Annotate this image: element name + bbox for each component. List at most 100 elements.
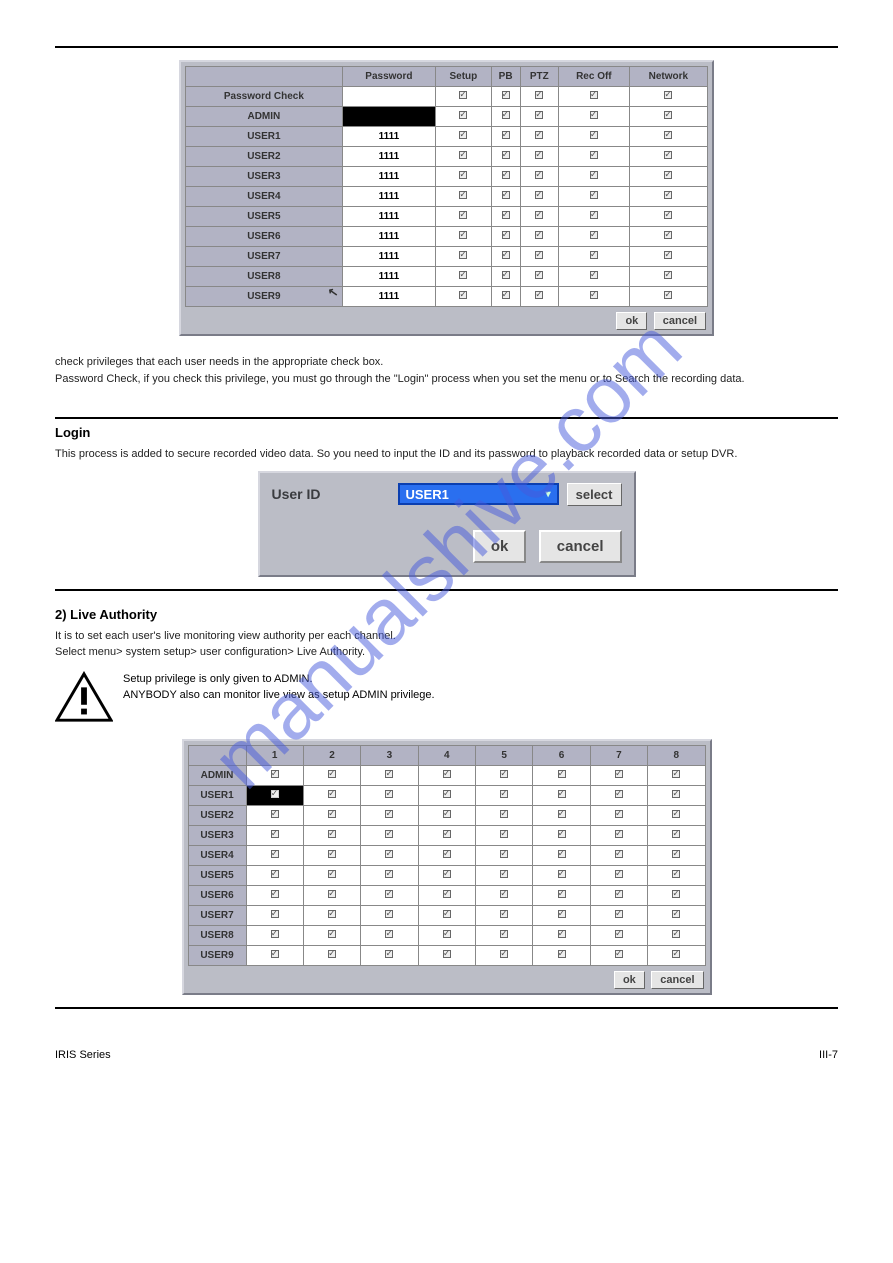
cell[interactable] — [476, 905, 533, 925]
cell[interactable] — [533, 925, 590, 945]
cell[interactable] — [361, 765, 418, 785]
checkbox-icon[interactable] — [443, 890, 451, 898]
cell[interactable] — [246, 765, 303, 785]
checkbox-icon[interactable] — [664, 191, 672, 199]
cell[interactable] — [629, 107, 707, 127]
cell[interactable] — [361, 845, 418, 865]
checkbox-icon[interactable] — [664, 91, 672, 99]
cell[interactable] — [590, 925, 647, 945]
cell[interactable] — [629, 167, 707, 187]
cell[interactable] — [246, 805, 303, 825]
cell[interactable] — [303, 865, 360, 885]
cell-black[interactable] — [246, 785, 303, 805]
checkbox-icon[interactable] — [615, 950, 623, 958]
cancel-button[interactable]: cancel — [651, 971, 703, 989]
checkbox-icon[interactable] — [502, 171, 510, 179]
checkbox-icon[interactable] — [385, 870, 393, 878]
cell[interactable] — [559, 127, 630, 147]
cell[interactable] — [303, 905, 360, 925]
checkbox-icon[interactable] — [385, 910, 393, 918]
cell[interactable] — [476, 925, 533, 945]
cell[interactable] — [246, 825, 303, 845]
checkbox-icon[interactable] — [558, 870, 566, 878]
checkbox-icon[interactable] — [459, 251, 467, 259]
checkbox-icon[interactable] — [615, 830, 623, 838]
cell[interactable] — [361, 945, 418, 965]
cell[interactable] — [476, 865, 533, 885]
checkbox-icon[interactable] — [459, 211, 467, 219]
cell[interactable] — [476, 785, 533, 805]
cell[interactable] — [436, 167, 492, 187]
cell[interactable] — [361, 885, 418, 905]
checkbox-icon[interactable] — [443, 810, 451, 818]
cell[interactable] — [648, 865, 705, 885]
cell[interactable] — [590, 905, 647, 925]
cell[interactable] — [418, 885, 475, 905]
checkbox-icon[interactable] — [459, 191, 467, 199]
checkbox-icon[interactable] — [615, 850, 623, 858]
cancel-button[interactable]: cancel — [654, 312, 706, 330]
cell[interactable] — [559, 207, 630, 227]
cell[interactable] — [361, 785, 418, 805]
cell[interactable] — [533, 905, 590, 925]
cell[interactable] — [491, 187, 520, 207]
checkbox-icon[interactable] — [535, 111, 543, 119]
cell[interactable] — [533, 825, 590, 845]
cell[interactable] — [491, 207, 520, 227]
cell[interactable] — [629, 127, 707, 147]
cell[interactable] — [590, 765, 647, 785]
cancel-button[interactable]: cancel — [539, 530, 622, 563]
cell[interactable] — [418, 825, 475, 845]
cell[interactable] — [436, 287, 492, 307]
cell[interactable] — [559, 167, 630, 187]
checkbox-icon[interactable] — [664, 131, 672, 139]
checkbox-icon[interactable] — [502, 91, 510, 99]
cell[interactable] — [520, 107, 558, 127]
checkbox-icon[interactable] — [535, 191, 543, 199]
checkbox-icon[interactable] — [672, 830, 680, 838]
cell[interactable] — [533, 865, 590, 885]
checkbox-icon[interactable] — [672, 870, 680, 878]
cell[interactable] — [559, 287, 630, 307]
cell[interactable] — [648, 905, 705, 925]
cell[interactable] — [361, 925, 418, 945]
checkbox-icon[interactable] — [443, 910, 451, 918]
checkbox-icon[interactable] — [502, 231, 510, 239]
checkbox-icon[interactable] — [535, 151, 543, 159]
checkbox-icon[interactable] — [672, 910, 680, 918]
cell[interactable] — [418, 945, 475, 965]
checkbox-icon[interactable] — [385, 770, 393, 778]
checkbox-icon[interactable] — [328, 870, 336, 878]
checkbox-icon[interactable] — [615, 930, 623, 938]
cell[interactable] — [436, 187, 492, 207]
cell[interactable] — [476, 825, 533, 845]
cell[interactable] — [303, 825, 360, 845]
cell[interactable] — [491, 87, 520, 107]
cell[interactable] — [648, 825, 705, 845]
cell[interactable] — [590, 825, 647, 845]
cell[interactable] — [629, 87, 707, 107]
checkbox-icon[interactable] — [459, 91, 467, 99]
checkbox-icon[interactable] — [664, 211, 672, 219]
checkbox-icon[interactable] — [328, 850, 336, 858]
cell[interactable] — [648, 785, 705, 805]
cell[interactable] — [491, 127, 520, 147]
checkbox-icon[interactable] — [328, 910, 336, 918]
checkbox-icon[interactable] — [459, 291, 467, 299]
cell[interactable] — [533, 805, 590, 825]
checkbox-icon[interactable] — [328, 930, 336, 938]
cell[interactable] — [648, 945, 705, 965]
cell[interactable] — [491, 247, 520, 267]
cell[interactable] — [491, 147, 520, 167]
checkbox-icon[interactable] — [502, 251, 510, 259]
checkbox-icon[interactable] — [590, 191, 598, 199]
cell[interactable] — [559, 227, 630, 247]
checkbox-icon[interactable] — [672, 810, 680, 818]
checkbox-icon[interactable] — [615, 890, 623, 898]
checkbox-icon[interactable] — [385, 930, 393, 938]
cell[interactable] — [361, 865, 418, 885]
checkbox-icon[interactable] — [500, 770, 508, 778]
cell[interactable] — [520, 127, 558, 147]
cell[interactable] — [520, 287, 558, 307]
cell[interactable] — [590, 845, 647, 865]
